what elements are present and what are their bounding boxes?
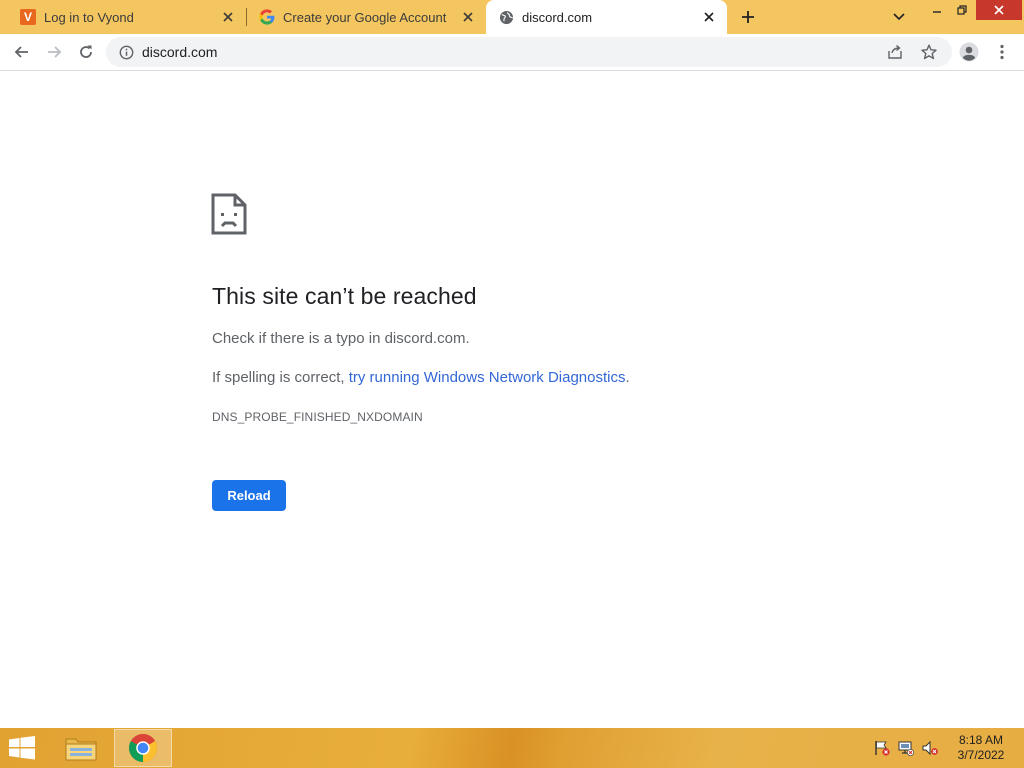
vyond-icon: V bbox=[20, 9, 36, 25]
minimize-icon bbox=[933, 11, 941, 13]
error-suggestion-typo: Check if there is a typo in discord.com. bbox=[212, 330, 470, 347]
new-tab-button[interactable] bbox=[736, 5, 760, 29]
error-code: DNS_PROBE_FINISHED_NXDOMAIN bbox=[212, 410, 423, 424]
back-button[interactable] bbox=[8, 38, 36, 66]
chrome-icon bbox=[129, 734, 157, 762]
chrome-menu-button[interactable] bbox=[988, 38, 1016, 66]
clock-date: 3/7/2022 bbox=[957, 748, 1005, 762]
diagnostics-suffix: . bbox=[625, 369, 630, 386]
tab-vyond[interactable]: V Log in to Vyond bbox=[0, 0, 246, 34]
volume-muted-icon[interactable] bbox=[921, 740, 939, 756]
profile-button[interactable] bbox=[955, 38, 983, 66]
bookmark-star-icon[interactable] bbox=[919, 42, 939, 62]
more-vert-icon bbox=[1000, 44, 1004, 60]
system-clock[interactable]: 8:18 AM 3/7/2022 bbox=[950, 733, 1012, 763]
plus-icon bbox=[742, 11, 754, 23]
arrow-right-icon bbox=[48, 46, 62, 58]
file-explorer-taskbar-button[interactable] bbox=[58, 730, 104, 766]
close-tab-icon[interactable] bbox=[218, 7, 238, 27]
restore-icon bbox=[956, 4, 967, 15]
clock-time: 8:18 AM bbox=[958, 733, 1004, 747]
forward-button[interactable] bbox=[40, 38, 68, 66]
close-window-button[interactable] bbox=[976, 0, 1022, 20]
tab-search-button[interactable] bbox=[887, 5, 911, 29]
page-content: This site can’t be reached Check if ther… bbox=[0, 71, 1024, 728]
site-info-icon[interactable] bbox=[118, 44, 134, 60]
folder-icon bbox=[65, 738, 97, 761]
reload-page-button[interactable] bbox=[72, 38, 100, 66]
close-icon bbox=[994, 5, 1004, 15]
tab-title: Log in to Vyond bbox=[44, 9, 134, 25]
url-text[interactable]: discord.com bbox=[142, 44, 952, 60]
tab-title: discord.com bbox=[522, 9, 593, 25]
network-diagnostics-link[interactable]: try running Windows Network Diagnostics bbox=[349, 369, 626, 386]
action-center-flag-icon[interactable] bbox=[873, 740, 891, 756]
arrow-left-icon bbox=[14, 46, 28, 58]
chevron-down-icon bbox=[893, 13, 905, 21]
start-button[interactable] bbox=[8, 736, 38, 760]
sad-page-icon bbox=[211, 193, 247, 235]
reload-icon bbox=[80, 45, 92, 58]
account-icon bbox=[959, 42, 979, 62]
tab-discord[interactable]: discord.com bbox=[486, 0, 727, 34]
reload-button[interactable]: Reload bbox=[212, 480, 286, 511]
close-tab-icon[interactable] bbox=[458, 7, 478, 27]
chrome-taskbar-button[interactable] bbox=[114, 729, 172, 767]
share-icon[interactable] bbox=[886, 43, 904, 61]
diagnostics-prefix: If spelling is correct, bbox=[212, 369, 349, 386]
globe-icon bbox=[498, 9, 514, 25]
taskbar: 8:18 AM 3/7/2022 bbox=[0, 728, 1024, 768]
restore-button[interactable] bbox=[947, 0, 977, 20]
error-title: This site can’t be reached bbox=[212, 283, 477, 309]
network-status-icon[interactable] bbox=[897, 740, 915, 756]
close-tab-icon[interactable] bbox=[699, 7, 719, 27]
address-bar[interactable]: discord.com bbox=[106, 37, 952, 67]
tab-title: Create your Google Account bbox=[283, 9, 447, 25]
tab-google-account[interactable]: Create your Google Account bbox=[247, 0, 486, 34]
browser-toolbar: discord.com bbox=[0, 34, 1024, 71]
google-icon bbox=[259, 9, 275, 25]
error-suggestion-diagnostics: If spelling is correct, try running Wind… bbox=[212, 369, 630, 386]
tab-strip: V Log in to Vyond Create your Google Acc… bbox=[0, 0, 1024, 34]
windows-logo-icon bbox=[9, 736, 35, 760]
